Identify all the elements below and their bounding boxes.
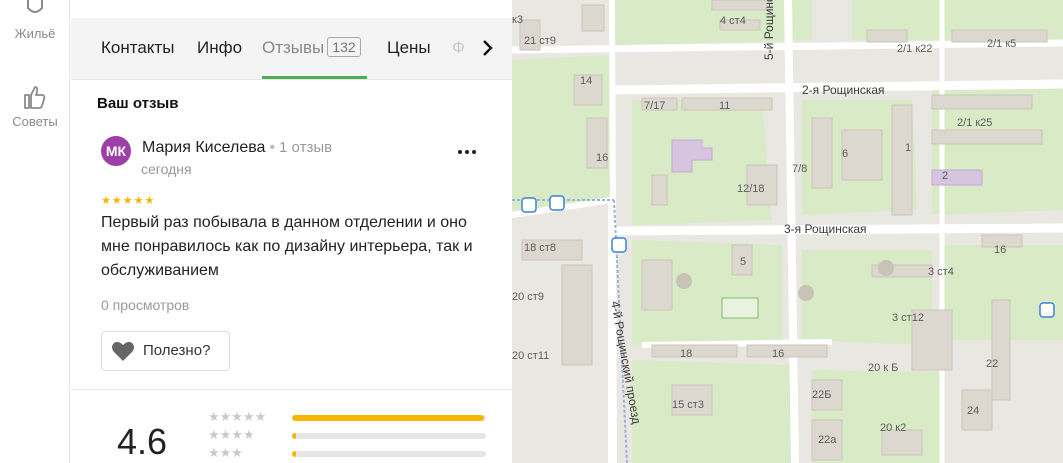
rail-item-tips[interactable]: Советы <box>0 82 70 129</box>
author-name[interactable]: Мария Киселева <box>142 139 265 156</box>
building-label: 18 <box>680 348 693 360</box>
street-label: 2-я Рощинская <box>802 83 885 97</box>
building-label: 16 <box>596 152 609 164</box>
tab-photos[interactable]: Ф <box>452 38 465 58</box>
building-label: 22 <box>986 358 999 370</box>
building-label: 16 <box>994 244 1007 256</box>
rating-row-stars: ★★★★ <box>208 427 255 442</box>
building-label: к3 <box>512 14 523 26</box>
building-label: 20 ст9 <box>512 291 544 303</box>
building-label: 2/1 к5 <box>987 38 1017 50</box>
review-text: Первый раз побывала в данном отделении и… <box>101 214 473 279</box>
rating-row-bar <box>292 451 486 457</box>
tab-prices[interactable]: Цены <box>387 38 431 58</box>
more-options-icon[interactable] <box>455 140 479 164</box>
building-label: 11 <box>719 100 731 112</box>
review-stars: ★★★★★ <box>101 195 156 207</box>
section-title: Ваш отзыв <box>97 95 179 112</box>
building-label: 2 <box>942 170 949 182</box>
tab-info[interactable]: Инфо <box>197 38 242 58</box>
building-label: 6 <box>842 148 849 160</box>
building-label: 2/1 к25 <box>957 117 993 129</box>
heart-icon <box>112 341 134 361</box>
building-label: 7/17 <box>644 100 666 112</box>
tab-info-label: Инфо <box>197 38 243 57</box>
building-label: 2/1 к22 <box>897 43 933 55</box>
helpful-button[interactable]: Полезно? <box>101 331 230 371</box>
review-views: 0 просмотров <box>101 297 190 313</box>
tab-prices-label: Цены <box>387 38 431 57</box>
helpful-label: Полезно? <box>143 342 211 359</box>
author-review-count[interactable]: 1 отзыв <box>279 139 332 156</box>
rating-row-bar <box>292 433 486 439</box>
building-label: 1 <box>905 142 912 154</box>
street-label: 3-я Рощинская <box>784 222 867 236</box>
building-label: 3 ст12 <box>892 312 924 324</box>
tab-photos-label: Ф <box>452 38 465 57</box>
building-label: 12/18 <box>737 183 765 195</box>
building-label: 20 ст11 <box>512 350 550 362</box>
map[interactable]: 2-я Рощинская 3-я Рощинская 5-й Рощински… <box>512 0 1063 463</box>
building-label: 5 <box>740 256 747 268</box>
building-label: 4 ст4 <box>720 15 746 27</box>
rating-row-fill <box>292 415 485 421</box>
tab-reviews[interactable]: Отзывы 132 <box>262 37 361 58</box>
building-label: 18 ст8 <box>524 242 556 254</box>
tab-contacts[interactable]: Контакты <box>101 38 174 58</box>
rail-item-housing-label: Жильё <box>14 26 56 41</box>
rail-item-housing[interactable]: Жильё <box>0 0 70 41</box>
panel-top <box>71 0 512 18</box>
building-label: 20 к Б <box>868 362 899 374</box>
review-author: Мария Киселева • 1 отзыв <box>142 139 333 156</box>
review-date: сегодня <box>141 161 192 177</box>
rail-item-tips-label: Советы <box>12 114 58 129</box>
rating-row-stars: ★★★ <box>208 445 243 460</box>
tab-reviews-count: 132 <box>327 37 361 57</box>
avatar[interactable]: МК <box>101 136 131 166</box>
divider <box>71 389 512 390</box>
building-label: 20 к2 <box>880 422 907 434</box>
building-label: 16 <box>772 348 785 360</box>
thumbs-up-icon <box>24 86 46 109</box>
left-rail: Жильё Советы <box>0 0 70 463</box>
building-label: 15 ст3 <box>672 399 704 411</box>
tab-reviews-label: Отзывы <box>262 38 325 57</box>
tab-contacts-label: Контакты <box>101 38 175 57</box>
chevron-right-icon[interactable] <box>478 38 498 58</box>
building-label: 21 ст9 <box>524 35 556 47</box>
active-tab-indicator <box>262 76 367 79</box>
rating-row-fill <box>292 433 296 439</box>
building-label: 7/8 <box>792 163 808 175</box>
building-label: 14 <box>580 75 593 87</box>
rating-row-bar <box>292 415 486 421</box>
rating-row-stars: ★★★★★ <box>208 409 267 424</box>
rating-value: 4.6 <box>117 421 168 462</box>
home-icon <box>27 0 43 13</box>
rating-row-fill <box>292 451 296 457</box>
street-label: 5-й Рощинский <box>762 0 776 60</box>
building-label: 22а <box>818 434 837 446</box>
tab-bar: Контакты Инфо Отзывы 132 Цены Ф <box>71 18 512 80</box>
org-panel: Контакты Инфо Отзывы 132 Цены Ф Ваш отзыв… <box>71 0 512 463</box>
building-label: 3 ст4 <box>928 266 954 278</box>
building-label: 22Б <box>812 389 832 401</box>
building-label: 24 <box>967 405 980 417</box>
